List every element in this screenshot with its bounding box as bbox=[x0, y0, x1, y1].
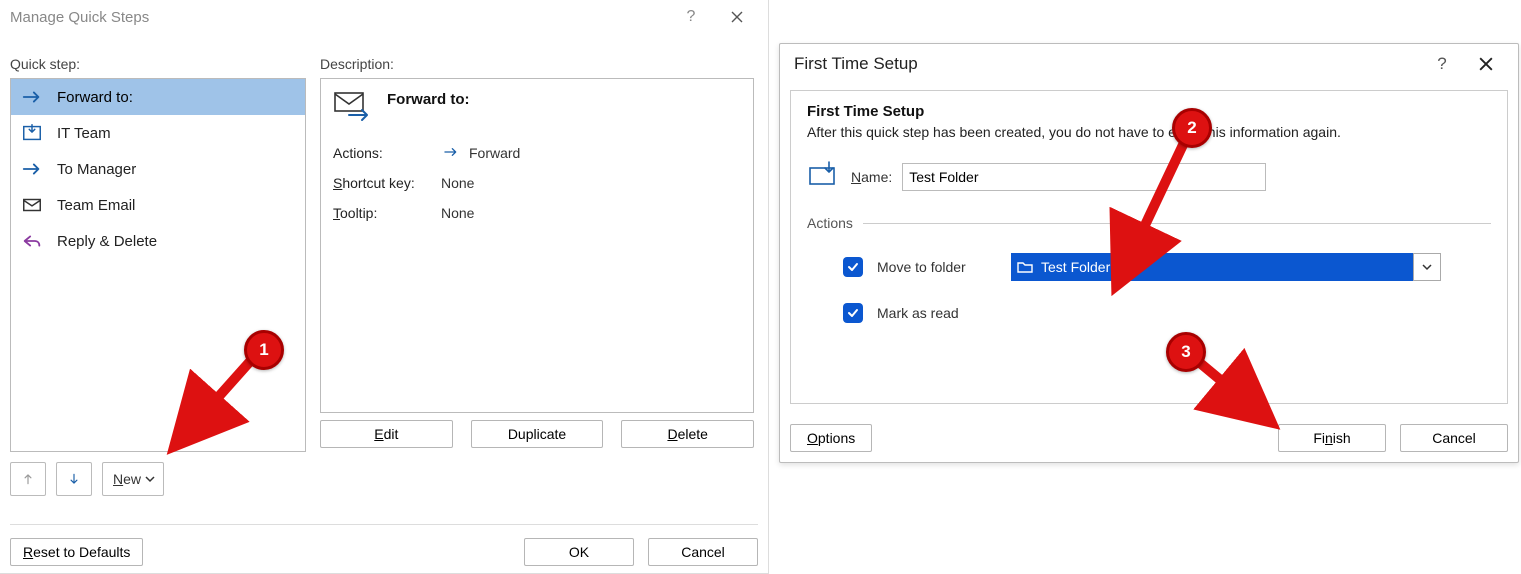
help-button[interactable]: ? bbox=[1420, 49, 1464, 79]
edit-button[interactable]: Edit bbox=[320, 420, 453, 448]
duplicate-button[interactable]: Duplicate bbox=[471, 420, 604, 448]
arrow-right-icon bbox=[21, 86, 43, 108]
reply-icon bbox=[21, 230, 43, 252]
tooltip-value: None bbox=[441, 205, 474, 221]
divider bbox=[863, 223, 1491, 224]
description-title: Forward to: bbox=[387, 91, 470, 108]
help-button[interactable]: ? bbox=[668, 2, 714, 32]
ok-button[interactable]: OK bbox=[524, 538, 634, 566]
options-button[interactable]: Options bbox=[790, 424, 872, 452]
move-to-folder-checkbox[interactable] bbox=[843, 257, 863, 277]
quick-step-item-label: IT Team bbox=[57, 125, 111, 142]
quick-step-item-to-manager[interactable]: To Manager bbox=[11, 151, 305, 187]
fts-subtext: After this quick step has been created, … bbox=[807, 124, 1491, 140]
name-label: Name: bbox=[851, 169, 892, 185]
folder-select-dropdown[interactable] bbox=[1413, 253, 1441, 281]
quick-step-item-it-team[interactable]: IT Team bbox=[11, 115, 305, 151]
folder-icon bbox=[1011, 260, 1039, 274]
folder-select-value: Test Folder bbox=[1039, 259, 1413, 275]
quick-step-item-forward[interactable]: Forward to: bbox=[11, 79, 305, 115]
manage-titlebar: Manage Quick Steps ? bbox=[0, 0, 768, 34]
description-panel: Forward to: Actions: Forward Shortcut ke… bbox=[320, 78, 754, 413]
quick-step-list[interactable]: Forward to: IT Team To Manager Team Emai… bbox=[10, 78, 306, 452]
reset-defaults-button[interactable]: Reset to Defaults bbox=[10, 538, 143, 566]
manage-quick-steps-dialog: Manage Quick Steps ? Quick step: Descrip… bbox=[0, 0, 769, 574]
manage-title: Manage Quick Steps bbox=[10, 9, 149, 26]
quick-step-item-label: Forward to: bbox=[57, 89, 133, 106]
actions-key: Actions: bbox=[333, 145, 441, 161]
new-button[interactable]: New bbox=[102, 462, 164, 496]
close-button[interactable] bbox=[714, 2, 760, 32]
arrow-right-icon bbox=[21, 158, 43, 180]
cancel-button[interactable]: Cancel bbox=[648, 538, 758, 566]
first-time-setup-dialog: First Time Setup ? First Time Setup Afte… bbox=[779, 43, 1519, 463]
finish-button[interactable]: Finish bbox=[1278, 424, 1386, 452]
move-up-button[interactable] bbox=[10, 462, 46, 496]
fts-title: First Time Setup bbox=[794, 54, 918, 74]
cancel-button[interactable]: Cancel bbox=[1400, 424, 1508, 452]
separator bbox=[10, 524, 758, 525]
fts-heading: First Time Setup bbox=[807, 103, 1491, 120]
chevron-down-icon bbox=[145, 474, 155, 484]
delete-button[interactable]: Delete bbox=[621, 420, 754, 448]
arrow-right-icon bbox=[441, 144, 461, 163]
mail-forward-icon bbox=[333, 89, 373, 128]
shortcut-key: Shortcut key: bbox=[333, 175, 441, 191]
fts-titlebar: First Time Setup ? bbox=[780, 44, 1518, 84]
close-button[interactable] bbox=[1464, 49, 1508, 79]
chevron-down-icon bbox=[1422, 262, 1432, 272]
quick-step-item-label: Reply & Delete bbox=[57, 233, 157, 250]
mark-as-read-checkbox[interactable] bbox=[843, 303, 863, 323]
quick-step-item-label: Team Email bbox=[57, 197, 135, 214]
actions-heading: Actions bbox=[807, 215, 853, 231]
quick-step-item-label: To Manager bbox=[57, 161, 136, 178]
shortcut-value: None bbox=[441, 175, 474, 191]
tooltip-key: Tooltip: bbox=[333, 205, 441, 221]
move-down-button[interactable] bbox=[56, 462, 92, 496]
inbox-download-icon bbox=[807, 160, 841, 193]
name-input[interactable] bbox=[902, 163, 1266, 191]
actions-value: Forward bbox=[469, 145, 520, 161]
quick-step-item-team-email[interactable]: Team Email bbox=[11, 187, 305, 223]
fts-body: First Time Setup After this quick step h… bbox=[790, 90, 1508, 404]
quick-step-list-label: Quick step: bbox=[10, 56, 80, 72]
move-to-folder-label: Move to folder bbox=[877, 259, 997, 275]
description-label: Description: bbox=[320, 56, 394, 72]
mark-as-read-label: Mark as read bbox=[877, 305, 997, 321]
quick-step-item-reply-delete[interactable]: Reply & Delete bbox=[11, 223, 305, 259]
mail-icon bbox=[21, 194, 43, 216]
inbox-download-icon bbox=[21, 122, 43, 144]
folder-select[interactable]: Test Folder bbox=[1011, 253, 1441, 281]
